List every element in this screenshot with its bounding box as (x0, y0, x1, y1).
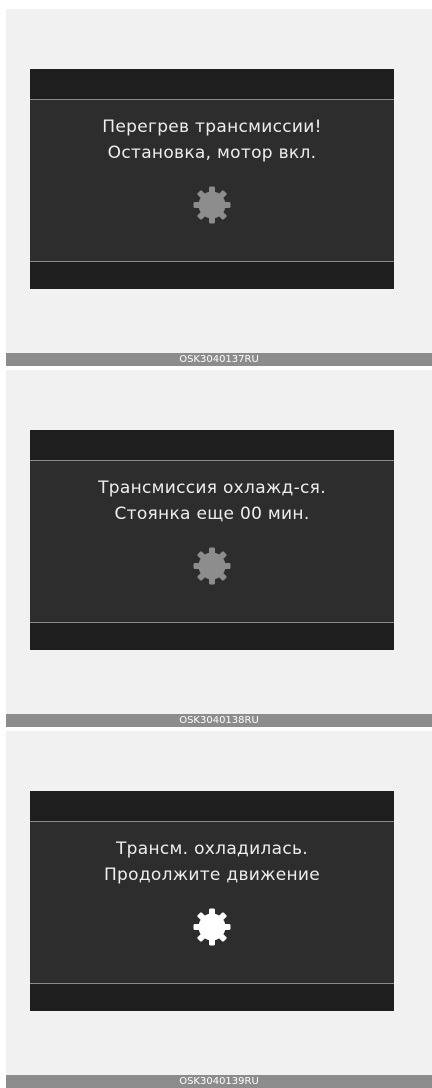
figure-panel-1: Перегрев трансмиссии! Остановка, мотор в… (6, 9, 432, 366)
warning-message: Трансмиссия охлажд-ся. Стоянка еще 00 ми… (30, 475, 394, 527)
cluster-display: Перегрев трансмиссии! Остановка, мотор в… (30, 69, 394, 289)
display-bottom-bar (30, 622, 394, 650)
transmission-temperature-icon (192, 185, 232, 225)
message-line-1: Перегрев трансмиссии! (102, 117, 322, 137)
transmission-temperature-icon (192, 907, 232, 947)
display-top-bar (30, 791, 394, 822)
display-bottom-bar (30, 983, 394, 1011)
cluster-display: Трансмиссия охлажд-ся. Стоянка еще 00 ми… (30, 430, 394, 650)
figure-caption: OSK3040139RU (6, 1075, 432, 1088)
display-bottom-bar (30, 261, 394, 289)
display-top-bar (30, 430, 394, 461)
warning-message: Перегрев трансмиссии! Остановка, мотор в… (30, 114, 394, 166)
transmission-temperature-icon (192, 546, 232, 586)
message-line-1: Трансм. охладилась. (116, 839, 308, 859)
warning-message: Трансм. охладилась. Продолжите движение (30, 836, 394, 888)
message-line-2: Стоянка еще 00 мин. (114, 504, 310, 524)
page: Перегрев трансмиссии! Остановка, мотор в… (0, 0, 432, 1088)
cluster-display: Трансм. охладилась. Продолжите движение (30, 791, 394, 1011)
figure-caption: OSK3040138RU (6, 714, 432, 727)
figure-panel-3: Трансм. охладилась. Продолжите движение (6, 731, 432, 1088)
message-line-1: Трансмиссия охлажд-ся. (98, 478, 326, 498)
display-top-bar (30, 69, 394, 100)
message-line-2: Остановка, мотор вкл. (107, 143, 317, 163)
figure-panel-2: Трансмиссия охлажд-ся. Стоянка еще 00 ми… (6, 370, 432, 727)
message-line-2: Продолжите движение (103, 865, 321, 885)
figure-caption: OSK3040137RU (6, 353, 432, 366)
